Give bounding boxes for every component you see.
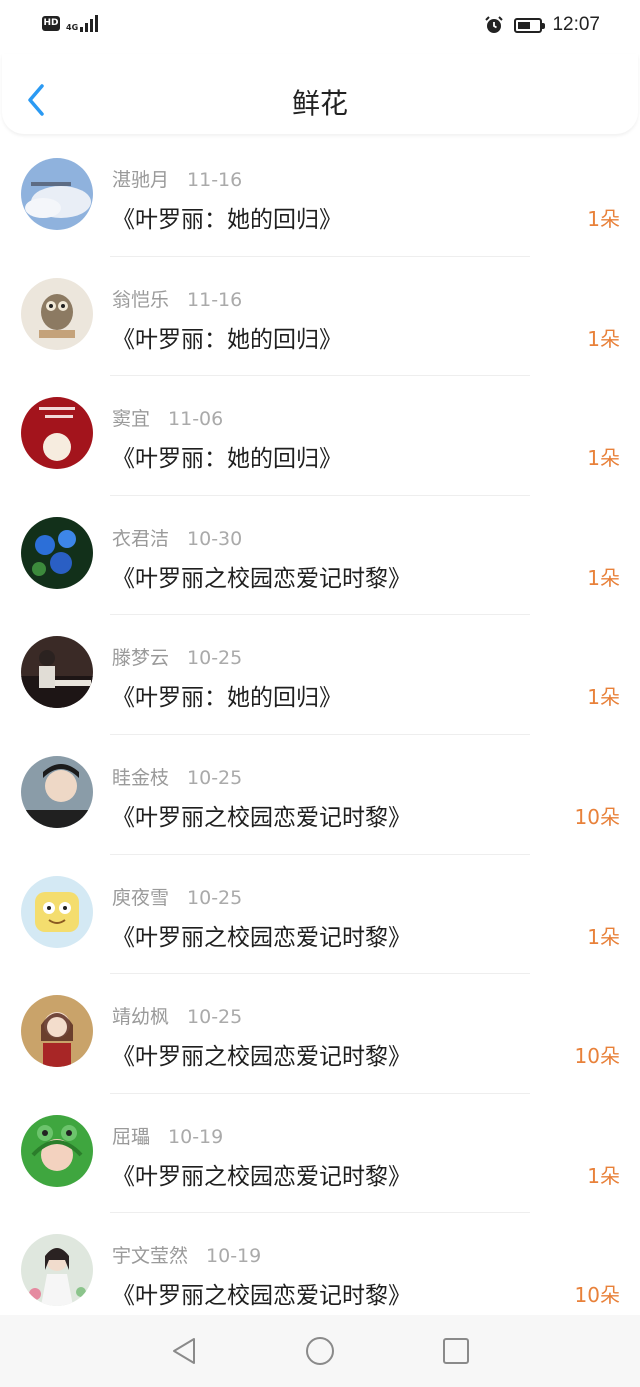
battery-icon (514, 17, 546, 33)
circle-home-icon (306, 1337, 334, 1365)
sender-name: 翁恺乐 (112, 288, 170, 311)
list-item[interactable]: 眭金枝 10-25 《叶罗丽之校园恋爱记时黎》 10朵 (0, 735, 640, 855)
page-title: 鲜花 (291, 87, 348, 120)
battery-fill (518, 21, 531, 29)
list-item[interactable]: 宇文莹然 10-19 《叶罗丽之校园恋爱记时黎》 10朵 (0, 1213, 640, 1315)
sender-name: 滕梦云 (112, 647, 170, 670)
book-title: 《叶罗丽：她的回归》 (112, 446, 342, 473)
list-item[interactable]: 滕梦云 10-25 《叶罗丽：她的回归》 1朵 (0, 615, 640, 735)
sender-name: 靖幼枫 (112, 1006, 170, 1029)
sender-meta: 翁恺乐 11-16 (112, 285, 242, 312)
book-title: 《叶罗丽之校园恋爱记时黎》 (112, 924, 411, 951)
avatar[interactable] (21, 995, 93, 1068)
list-item[interactable]: 湛驰月 11-16 《叶罗丽：她的回归》 1朵 (0, 137, 640, 257)
send-date: 10-25 (187, 1006, 243, 1029)
sender-name: 湛驰月 (112, 169, 170, 191)
book-title: 《叶罗丽之校园恋爱记时黎》 (112, 1044, 411, 1071)
sender-name: 庾夜雪 (112, 886, 170, 909)
sender-meta: 庾夜雪 10-25 (112, 883, 242, 910)
flower-list: 湛驰月 11-16 《叶罗丽：她的回归》 1朵 翁恺乐 11-16 《叶罗丽：她的回… (0, 137, 640, 1315)
sender-meta: 屈瓃 10-19 (112, 1122, 223, 1149)
square-recent-icon (443, 1338, 469, 1364)
send-date: 10-25 (187, 886, 243, 909)
status-left: HD 4G (42, 14, 99, 32)
list-item[interactable]: 屈瓃 10-19 《叶罗丽之校园恋爱记时黎》 1朵 (0, 1094, 640, 1214)
sender-name: 窦宜 (112, 408, 151, 431)
sender-meta: 滕梦云 10-25 (112, 643, 242, 670)
avatar[interactable] (21, 277, 93, 350)
list-item[interactable]: 窦宜 11-06 《叶罗丽：她的回归》 1朵 (0, 376, 640, 496)
sender-meta: 眭金枝 10-25 (112, 763, 242, 790)
book-title: 《叶罗丽：她的回归》 (112, 207, 342, 233)
send-date: 10-19 (168, 1125, 224, 1148)
flower-count: 1朵 (587, 924, 620, 949)
book-title: 《叶罗丽之校园恋爱记时黎》 (112, 565, 411, 592)
flower-count: 1朵 (587, 207, 620, 231)
nav-home-button[interactable] (304, 1335, 336, 1367)
avatar[interactable] (21, 636, 93, 709)
flower-count: 10朵 (574, 1283, 620, 1308)
book-title: 《叶罗丽：她的回归》 (112, 326, 342, 353)
nav-recent-button[interactable] (440, 1335, 472, 1367)
avatar[interactable] (21, 158, 93, 230)
list-item[interactable]: 翁恺乐 11-16 《叶罗丽：她的回归》 1朵 (0, 257, 640, 377)
flower-count: 1朵 (587, 326, 620, 351)
flower-count: 1朵 (587, 685, 620, 710)
network-type: 4G (66, 23, 79, 32)
avatar[interactable] (21, 1114, 93, 1187)
status-right: 12:07 (484, 14, 600, 36)
alarm-icon (485, 16, 504, 33)
network-indicator: 4G (66, 14, 99, 32)
send-date: 11-16 (187, 288, 243, 311)
send-date: 10-30 (187, 527, 243, 550)
list-item[interactable]: 庾夜雪 10-25 《叶罗丽之校园恋爱记时黎》 1朵 (0, 855, 640, 975)
system-nav-bar (0, 1315, 640, 1387)
triangle-back-icon (173, 1338, 195, 1364)
book-title: 《叶罗丽之校园恋爱记时黎》 (112, 804, 411, 831)
nav-back-button[interactable] (168, 1335, 200, 1367)
list-item[interactable]: 衣君洁 10-30 《叶罗丽之校园恋爱记时黎》 1朵 (0, 496, 640, 616)
sender-name: 衣君洁 (112, 527, 170, 550)
book-title: 《叶罗丽之校园恋爱记时黎》 (112, 1163, 411, 1190)
list-item[interactable]: 靖幼枫 10-25 《叶罗丽之校园恋爱记时黎》 10朵 (0, 974, 640, 1094)
status-bar: HD 4G 12:07 (0, 0, 640, 54)
sender-meta: 窦宜 11-06 (112, 404, 223, 431)
signal-icon (80, 14, 99, 32)
header: 鲜花 (2, 54, 638, 134)
book-title: 《叶罗丽之校园恋爱记时黎》 (112, 1283, 411, 1310)
avatar[interactable] (21, 755, 93, 828)
status-time: 12:07 (552, 14, 600, 35)
sender-name: 眭金枝 (112, 766, 170, 789)
sender-meta: 衣君洁 10-30 (112, 524, 242, 551)
avatar[interactable] (21, 397, 93, 470)
send-date: 10-25 (187, 766, 243, 789)
sender-meta: 湛驰月 11-16 (112, 165, 242, 192)
avatar[interactable] (21, 1234, 93, 1307)
flower-count: 10朵 (574, 1044, 620, 1069)
book-title: 《叶罗丽：她的回归》 (112, 685, 342, 712)
flower-count: 1朵 (587, 1163, 620, 1188)
sender-meta: 靖幼枫 10-25 (112, 1002, 242, 1029)
send-date: 11-06 (168, 408, 224, 431)
avatar[interactable] (21, 875, 93, 948)
send-date: 10-19 (206, 1245, 262, 1268)
avatar[interactable] (21, 516, 93, 589)
hd-badge: HD (42, 15, 60, 31)
sender-meta: 宇文莹然 10-19 (112, 1241, 261, 1268)
sender-name: 屈瓃 (112, 1125, 151, 1148)
send-date: 10-25 (187, 647, 243, 670)
sender-name: 宇文莹然 (112, 1245, 189, 1268)
send-date: 11-16 (187, 169, 243, 191)
flower-count: 10朵 (574, 804, 620, 829)
flower-count: 1朵 (587, 446, 620, 471)
flower-count: 1朵 (587, 565, 620, 590)
